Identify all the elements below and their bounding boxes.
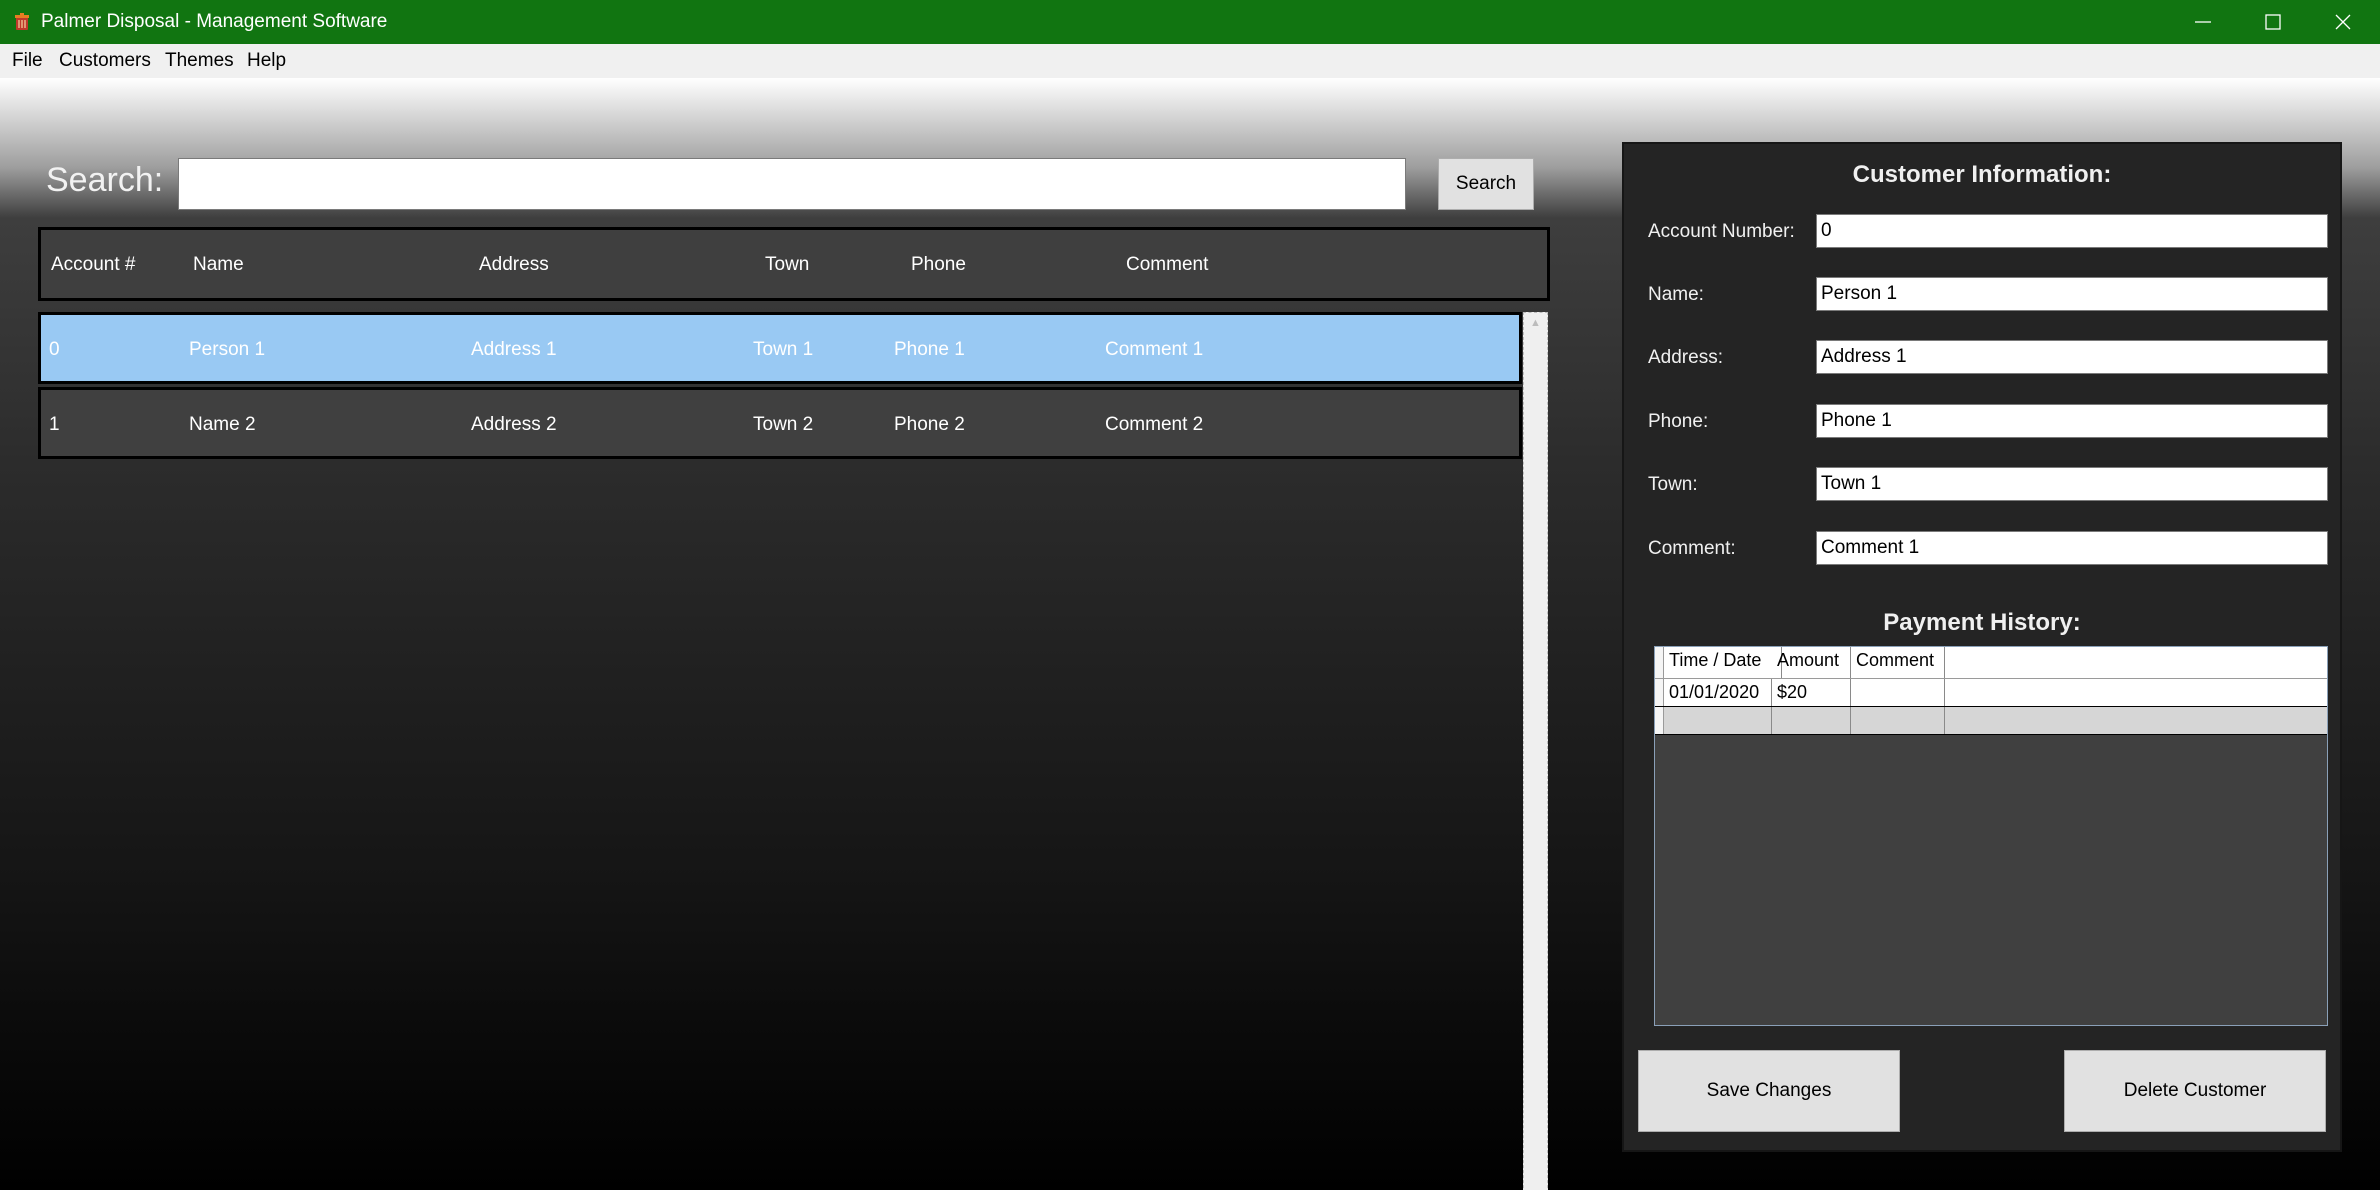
- column-header-town[interactable]: Town: [765, 253, 809, 277]
- account-number-label: Account Number:: [1648, 221, 1795, 242]
- minimize-icon: [2195, 21, 2211, 23]
- column-header-comment[interactable]: Comment: [1851, 647, 1945, 678]
- cell-phone: Phone 2: [894, 414, 965, 435]
- payment-new-row[interactable]: [1655, 707, 2327, 735]
- name-label: Name:: [1648, 284, 1704, 305]
- row-header-cell: [1655, 679, 1664, 706]
- column-header-address[interactable]: Address: [479, 253, 549, 277]
- cell-address: Address 2: [471, 414, 557, 435]
- app-window: Palmer Disposal - Management Software Fi…: [0, 0, 2380, 1190]
- save-changes-button[interactable]: Save Changes: [1638, 1050, 1900, 1132]
- town-label: Town:: [1648, 474, 1698, 495]
- customer-row-selected[interactable]: 0 Person 1 Address 1 Town 1 Phone 1 Comm…: [38, 312, 1522, 384]
- window-title: Palmer Disposal - Management Software: [41, 11, 388, 32]
- account-number-field[interactable]: [1816, 214, 2328, 248]
- recycle-bin-app-icon: [12, 12, 32, 32]
- delete-customer-button[interactable]: Delete Customer: [2064, 1050, 2326, 1132]
- search-label: Search:: [46, 161, 164, 199]
- close-window-button[interactable]: [2308, 0, 2378, 44]
- cell-name: Name 2: [189, 414, 256, 435]
- scroll-up-arrow-icon[interactable]: ▲: [1530, 317, 1541, 329]
- payment-date-cell[interactable]: 01/01/2020: [1664, 679, 1772, 706]
- new-comment-cell[interactable]: [1851, 707, 1945, 734]
- cell-comment: Comment 2: [1105, 414, 1204, 435]
- cell-name: Person 1: [189, 339, 266, 360]
- menu-help[interactable]: Help: [247, 48, 286, 74]
- new-amount-cell[interactable]: [1772, 707, 1851, 734]
- column-header-amount[interactable]: Amount: [1772, 647, 1851, 678]
- customer-grid-header: Account # Name Address Town Phone Commen…: [38, 227, 1550, 301]
- minimize-button[interactable]: [2168, 0, 2238, 44]
- cell-town: Town 2: [753, 414, 814, 435]
- column-header-comment[interactable]: Comment: [1126, 253, 1208, 277]
- payment-history-title: Payment History:: [1883, 609, 2081, 636]
- maximize-icon: [2265, 14, 2281, 30]
- menu-themes[interactable]: Themes: [165, 48, 234, 74]
- main-area: Search: Search Account # Name Address To…: [0, 78, 2380, 1190]
- cell-phone: Phone 1: [894, 339, 965, 360]
- menu-bar: File Customers Themes Help: [0, 44, 2380, 78]
- name-field[interactable]: [1816, 277, 2328, 311]
- customer-list: 0 Person 1 Address 1 Town 1 Phone 1 Comm…: [38, 312, 1550, 1190]
- cell-comment: Comment 1: [1105, 339, 1204, 360]
- column-header-account[interactable]: Account #: [51, 253, 136, 277]
- payment-amount-cell[interactable]: $20: [1772, 679, 1851, 706]
- row-header-cell: [1655, 707, 1664, 734]
- cell-address: Address 1: [471, 339, 557, 360]
- menu-customers[interactable]: Customers: [59, 48, 151, 74]
- customer-info-title: Customer Information:: [1852, 161, 2112, 188]
- column-header-date[interactable]: Time / Date: [1664, 647, 1782, 678]
- cell-town: Town 1: [753, 339, 814, 360]
- title-bar[interactable]: Palmer Disposal - Management Software: [0, 0, 2380, 44]
- search-input[interactable]: [178, 158, 1406, 210]
- payment-history-grid[interactable]: Time / Date Amount Comment 01/01/2020 $2…: [1654, 646, 2328, 1026]
- payment-history-header: Time / Date Amount Comment: [1655, 647, 2327, 679]
- new-date-cell[interactable]: [1664, 707, 1772, 734]
- menu-file[interactable]: File: [12, 48, 43, 74]
- payment-row[interactable]: 01/01/2020 $20: [1655, 679, 2327, 707]
- cell-account: 1: [49, 414, 60, 435]
- phone-field[interactable]: [1816, 404, 2328, 438]
- customer-row[interactable]: 1 Name 2 Address 2 Town 2 Phone 2 Commen…: [38, 387, 1522, 459]
- search-button[interactable]: Search: [1438, 158, 1534, 210]
- column-header-name[interactable]: Name: [193, 253, 244, 277]
- row-header-cell: [1655, 647, 1664, 678]
- payment-comment-cell[interactable]: [1851, 679, 1945, 706]
- cell-account: 0: [49, 339, 60, 360]
- customer-info-panel: Customer Information: Account Number: Na…: [1622, 142, 2342, 1152]
- comment-label: Comment:: [1648, 538, 1736, 559]
- maximize-button[interactable]: [2238, 0, 2308, 44]
- comment-field[interactable]: [1816, 531, 2328, 565]
- customer-list-scrollbar[interactable]: ▲ ▼: [1523, 312, 1548, 1190]
- town-field[interactable]: [1816, 467, 2328, 501]
- close-icon: [2335, 14, 2351, 30]
- address-label: Address:: [1648, 347, 1723, 368]
- address-field[interactable]: [1816, 340, 2328, 374]
- phone-label: Phone:: [1648, 411, 1709, 432]
- column-header-phone[interactable]: Phone: [911, 253, 966, 277]
